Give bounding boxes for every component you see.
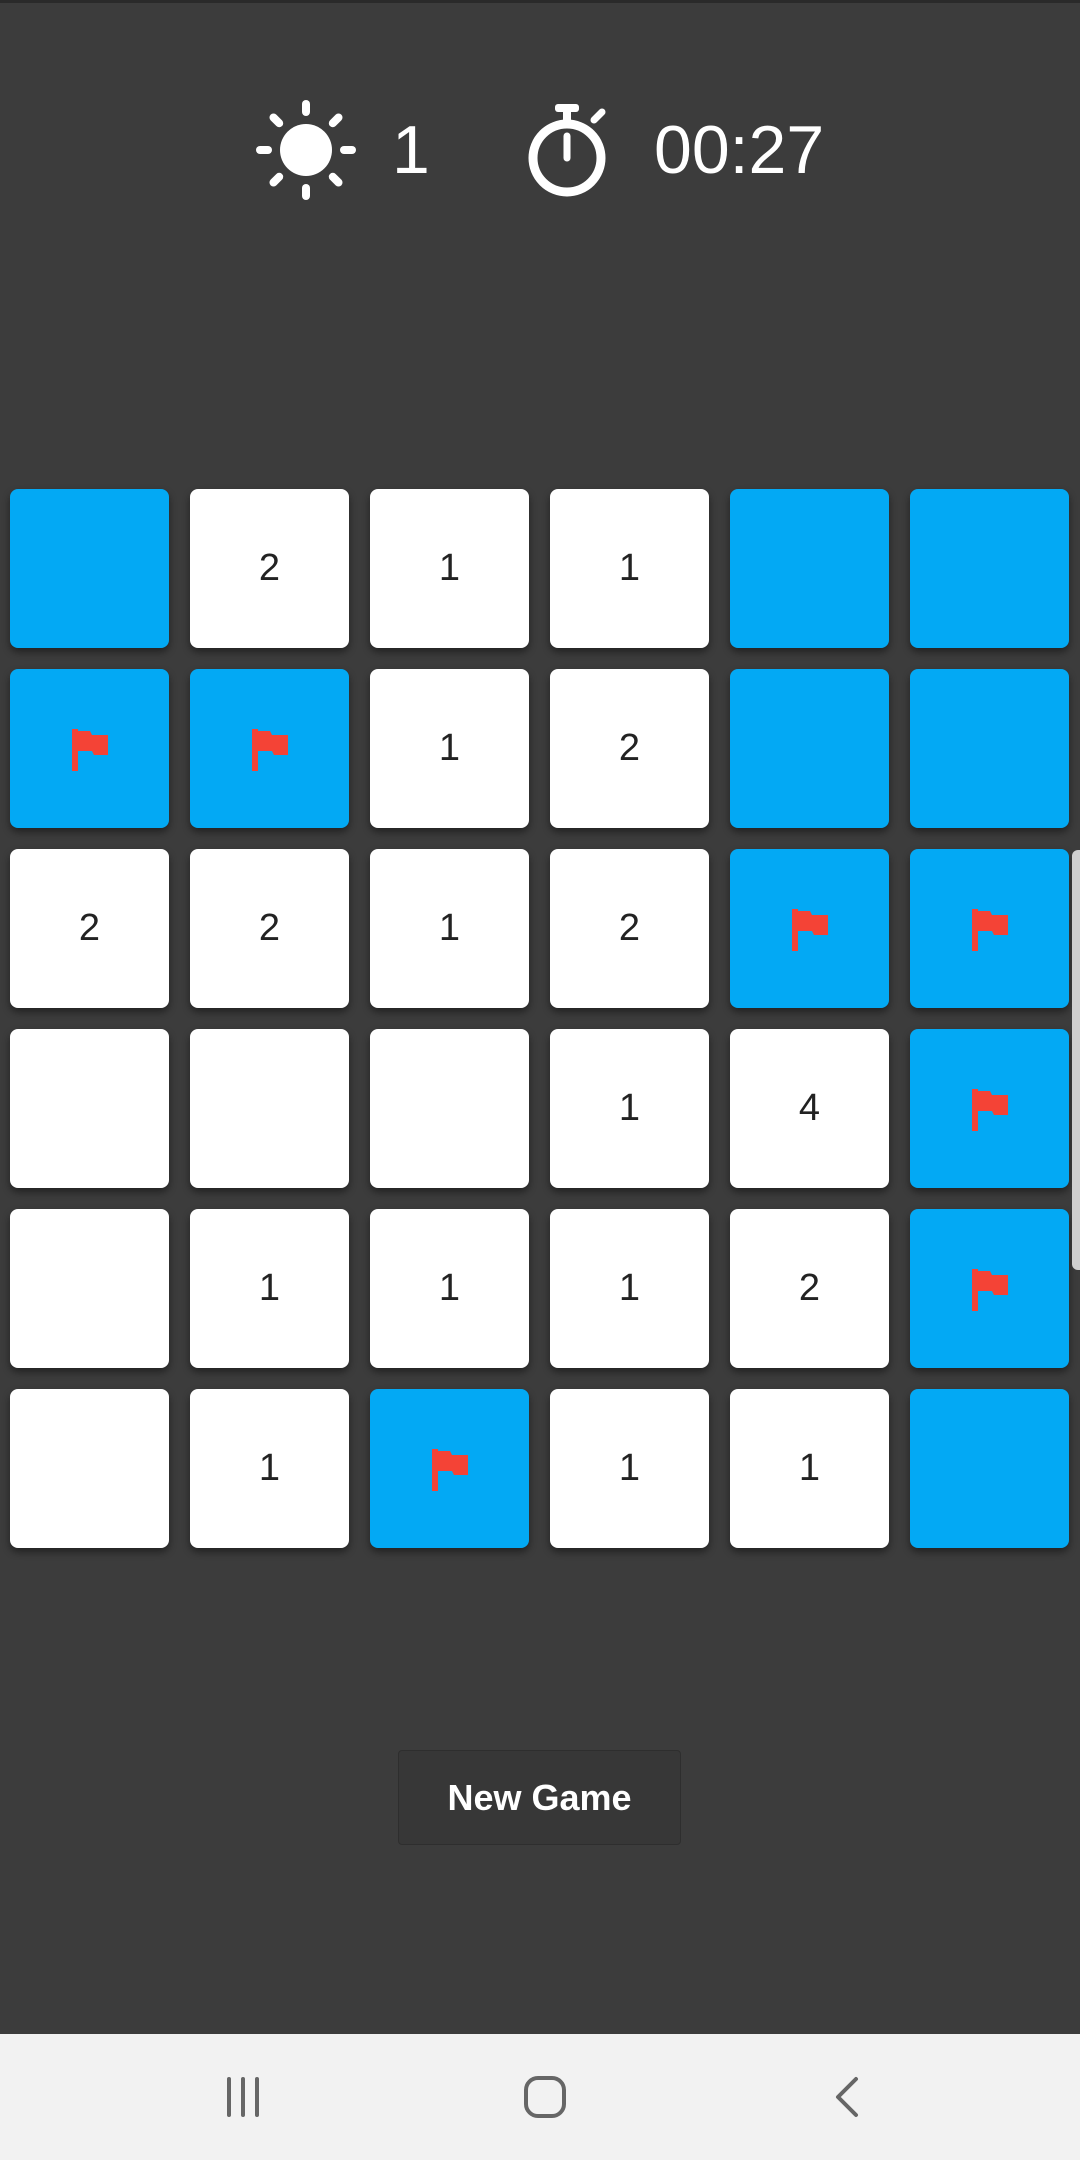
back-button[interactable] <box>818 2067 878 2127</box>
revealed-number-cell[interactable]: 1 <box>190 1209 349 1368</box>
revealed-number-cell[interactable]: 1 <box>370 489 529 648</box>
flag-icon <box>71 728 108 771</box>
status-strip <box>0 0 1080 3</box>
hidden-cell[interactable] <box>10 489 169 648</box>
game-header: 1 00:27 <box>0 95 1080 205</box>
stopwatch-icon <box>528 104 606 197</box>
flag-icon <box>971 908 1008 951</box>
revealed-number-cell[interactable]: 1 <box>730 1389 889 1548</box>
cell-number: 4 <box>798 1087 821 1129</box>
flagged-cell[interactable] <box>910 849 1069 1008</box>
revealed-number-cell[interactable]: 1 <box>370 669 529 828</box>
cell-number: 1 <box>438 1267 461 1309</box>
flagged-cell[interactable] <box>190 669 349 828</box>
flagged-cell[interactable] <box>910 1029 1069 1188</box>
cell-number: 2 <box>258 547 281 589</box>
revealed-empty-cell[interactable] <box>10 1389 169 1548</box>
sun-mine-icon <box>256 100 356 200</box>
cell-number: 1 <box>618 1267 641 1309</box>
hidden-cell[interactable] <box>730 489 889 648</box>
revealed-number-cell[interactable]: 4 <box>730 1029 889 1188</box>
cell-number: 2 <box>798 1267 821 1309</box>
cell-number: 2 <box>618 727 641 769</box>
mines-remaining-count: 1 <box>392 112 430 188</box>
revealed-number-cell[interactable]: 2 <box>10 849 169 1008</box>
flag-icon <box>971 1088 1008 1131</box>
flagged-cell[interactable] <box>910 1209 1069 1368</box>
mine-counter: 1 <box>256 95 430 205</box>
cell-number: 2 <box>618 907 641 949</box>
flagged-cell[interactable] <box>370 1389 529 1548</box>
edge-panel-handle[interactable] <box>1072 850 1080 1270</box>
recents-button[interactable] <box>213 2067 273 2127</box>
cell-number: 2 <box>258 907 281 949</box>
system-navigation-bar <box>0 2034 1080 2160</box>
cell-number: 1 <box>258 1267 281 1309</box>
game-timer: 00:27 <box>524 95 824 205</box>
revealed-number-cell[interactable]: 1 <box>190 1389 349 1548</box>
elapsed-time: 00:27 <box>654 112 825 188</box>
cell-number: 1 <box>438 727 461 769</box>
home-button[interactable] <box>515 2067 575 2127</box>
cell-number: 1 <box>618 547 641 589</box>
revealed-number-cell[interactable]: 2 <box>730 1209 889 1368</box>
new-game-button[interactable]: New Game <box>398 1750 681 1845</box>
revealed-number-cell[interactable]: 1 <box>370 849 529 1008</box>
cell-number: 1 <box>618 1447 641 1489</box>
hidden-cell[interactable] <box>910 1389 1069 1548</box>
revealed-number-cell[interactable]: 2 <box>550 849 709 1008</box>
hidden-cell[interactable] <box>910 669 1069 828</box>
hidden-cell[interactable] <box>730 669 889 828</box>
recents-icon <box>227 2077 259 2117</box>
cell-number: 1 <box>438 907 461 949</box>
cell-number: 2 <box>78 907 101 949</box>
flag-icon <box>251 728 288 771</box>
revealed-number-cell[interactable]: 1 <box>370 1209 529 1368</box>
revealed-number-cell[interactable]: 2 <box>190 489 349 648</box>
flagged-cell[interactable] <box>10 669 169 828</box>
hidden-cell[interactable] <box>910 489 1069 648</box>
cell-number: 1 <box>798 1447 821 1489</box>
cell-number: 1 <box>258 1447 281 1489</box>
revealed-empty-cell[interactable] <box>10 1029 169 1188</box>
revealed-number-cell[interactable]: 1 <box>550 1029 709 1188</box>
revealed-empty-cell[interactable] <box>10 1209 169 1368</box>
flag-icon <box>791 908 828 951</box>
flag-icon <box>971 1268 1008 1311</box>
revealed-number-cell[interactable]: 1 <box>550 489 709 648</box>
home-icon <box>524 2076 566 2118</box>
flagged-cell[interactable] <box>730 849 889 1008</box>
flag-icon <box>431 1448 468 1491</box>
back-icon <box>836 2077 858 2117</box>
revealed-empty-cell[interactable] <box>190 1029 349 1188</box>
cell-number: 1 <box>618 1087 641 1129</box>
minefield-grid: 2 1 1 1 2 2 2 1 2 1 4 1 1 1 2 1 1 1 <box>10 489 1070 1549</box>
revealed-number-cell[interactable]: 1 <box>550 1209 709 1368</box>
revealed-number-cell[interactable]: 2 <box>550 669 709 828</box>
cell-number: 1 <box>438 547 461 589</box>
revealed-empty-cell[interactable] <box>370 1029 529 1188</box>
revealed-number-cell[interactable]: 2 <box>190 849 349 1008</box>
revealed-number-cell[interactable]: 1 <box>550 1389 709 1548</box>
